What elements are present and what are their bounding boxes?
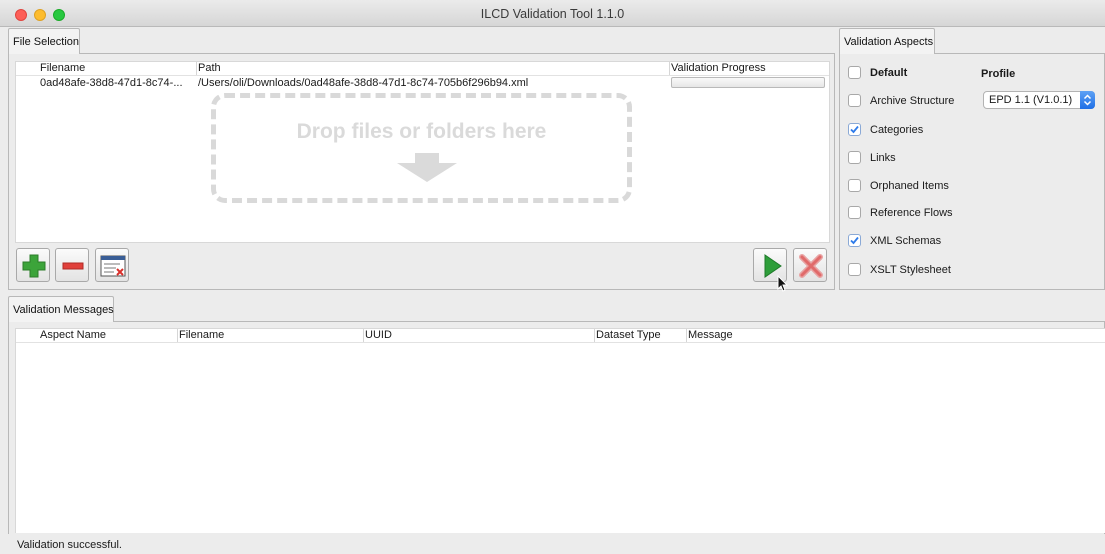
remove-files-button[interactable] (55, 248, 89, 282)
messages-table[interactable]: Aspect Name Filename UUID Dataset Type M… (15, 328, 1105, 533)
xml-schemas-checkbox[interactable] (848, 234, 861, 247)
xslt-stylesheet-checkbox[interactable] (848, 263, 861, 276)
clear-list-button[interactable] (95, 248, 129, 282)
profile-label: Profile (981, 68, 1016, 80)
checkmark-icon (850, 236, 859, 245)
add-files-button[interactable] (16, 248, 50, 282)
plus-icon (22, 254, 46, 278)
links-checkbox[interactable] (848, 151, 861, 164)
clear-list-icon (100, 255, 126, 277)
links-label: Links (870, 152, 896, 164)
mouse-cursor-icon (777, 275, 789, 292)
column-separator (177, 329, 178, 342)
drop-zone[interactable]: Drop files or folders here (211, 93, 632, 203)
column-header-filename[interactable]: Filename (179, 329, 224, 342)
column-header-uuid[interactable]: UUID (365, 329, 392, 342)
minus-icon (62, 262, 84, 270)
column-separator (669, 62, 670, 75)
status-text: Validation successful. (17, 539, 122, 551)
drop-zone-text: Drop files or folders here (296, 120, 547, 143)
cancel-x-icon (799, 254, 823, 278)
archive-structure-label: Archive Structure (870, 95, 955, 107)
header-divider (16, 342, 1105, 343)
column-separator (196, 62, 197, 75)
reference-flows-checkbox[interactable] (848, 206, 861, 219)
categories-checkbox[interactable] (848, 123, 861, 136)
column-header-dataset-type[interactable]: Dataset Type (596, 329, 661, 342)
tab-file-selection[interactable]: File Selection (8, 28, 80, 54)
orphaned-items-checkbox[interactable] (848, 179, 861, 192)
down-arrow-icon (397, 153, 457, 182)
checkmark-icon (850, 125, 859, 134)
column-header-filename[interactable]: Filename (40, 62, 85, 75)
window-title: ILCD Validation Tool 1.1.0 (480, 7, 625, 21)
column-separator (363, 329, 364, 342)
xml-schemas-label: XML Schemas (870, 235, 942, 247)
validation-aspects-panel (839, 53, 1105, 290)
column-header-validation-progress[interactable]: Validation Progress (671, 62, 766, 75)
column-header-message[interactable]: Message (688, 329, 733, 342)
default-label: Default (870, 67, 908, 79)
orphaned-items-label: Orphaned Items (870, 180, 949, 192)
select-arrows-icon (1080, 91, 1095, 109)
status-bar: Validation successful. (0, 534, 1105, 554)
reference-flows-label: Reference Flows (870, 207, 953, 219)
profile-select[interactable]: EPD 1.1 (V1.0.1) (983, 91, 1095, 109)
column-separator (594, 329, 595, 342)
tab-validation-aspects[interactable]: Validation Aspects (839, 28, 935, 54)
file-table[interactable]: Filename Path Validation Progress 0ad48a… (15, 61, 830, 243)
archive-structure-checkbox[interactable] (848, 94, 861, 107)
xslt-stylesheet-label: XSLT Stylesheet (870, 264, 951, 276)
row-path: /Users/oli/Downloads/0ad48afe-38d8-47d1-… (198, 77, 529, 89)
cancel-validation-button[interactable] (793, 248, 827, 282)
row-progress-bar (671, 77, 825, 88)
title-bar: ILCD Validation Tool 1.1.0 (0, 0, 1105, 27)
row-filename: 0ad48afe-38d8-47d1-8c74-... (40, 77, 183, 89)
categories-label: Categories (870, 124, 924, 136)
column-separator (686, 329, 687, 342)
column-header-aspect-name[interactable]: Aspect Name (40, 329, 106, 342)
tab-validation-messages[interactable]: Validation Messages (8, 296, 114, 322)
profile-select-value: EPD 1.1 (V1.0.1) (989, 94, 1073, 106)
header-divider (16, 75, 829, 76)
default-checkbox[interactable] (848, 66, 861, 79)
column-header-path[interactable]: Path (198, 62, 221, 75)
